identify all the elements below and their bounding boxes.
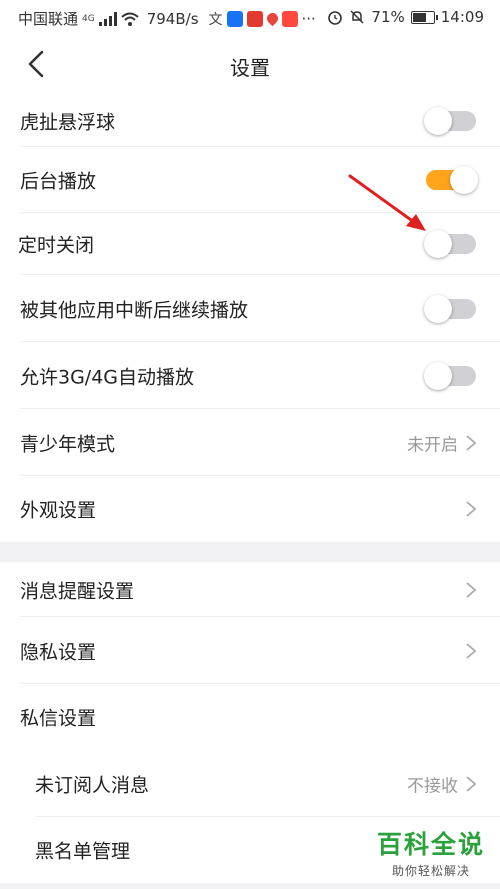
chevron-right-icon — [466, 775, 477, 792]
battery-level — [412, 12, 426, 22]
wifi-icon — [121, 12, 139, 26]
resume-after-interrupt-toggle[interactable] — [424, 294, 478, 324]
watermark-title: 百科全说 — [376, 830, 485, 859]
chevron-right-icon — [466, 642, 477, 659]
setting-label: 后台播放 — [20, 170, 97, 193]
chevron-right-icon — [466, 581, 477, 598]
signal-icon — [98, 11, 117, 26]
setting-label: 隐私设置 — [20, 641, 97, 663]
setting-label: 虎扯悬浮球 — [20, 111, 116, 133]
status-bar: 中国联通 4G 794B/s ⽂ ··· 71% 14:09 — [0, 0, 500, 36]
mute-bell-icon — [350, 10, 364, 24]
setting-label: 未订阅人消息 — [35, 774, 150, 796]
setting-row-notifications[interactable]: 消息提醒设置 — [0, 562, 500, 617]
chevron-right-icon — [466, 501, 477, 517]
setting-label: 定时关闭 — [18, 234, 95, 257]
setting-row-float-ball[interactable]: 虎扯悬浮球 — [0, 94, 500, 147]
setting-row-unsubscribed-messages[interactable]: 未订阅人消息 不接收 — [0, 750, 500, 817]
alarm-icon — [328, 11, 343, 25]
timer-off-toggle[interactable] — [424, 229, 478, 259]
watermark-subtitle: 助你轻松解决 — [391, 864, 470, 878]
setting-row-allow-mobile-autoplay[interactable]: 允许3G/4G自动播放 — [0, 342, 500, 409]
bottom-band — [0, 883, 500, 889]
setting-row-privacy[interactable]: 隐私设置 — [0, 617, 500, 684]
toggle-knob — [424, 294, 452, 323]
float-ball-toggle[interactable] — [424, 106, 478, 136]
setting-row-youth-mode[interactable]: 青少年模式 未开启 — [0, 409, 500, 476]
red-app-icon — [246, 10, 263, 27]
carrier-label: 中国联通 — [18, 10, 79, 28]
nav-bar: 设置 — [0, 36, 500, 95]
network-type: 4G — [82, 13, 95, 24]
setting-label: 被其他应用中断后继续播放 — [20, 299, 249, 321]
battery-percent: 71% — [371, 8, 405, 26]
setting-label: 青少年模式 — [20, 433, 116, 455]
section-gap — [0, 542, 500, 562]
watermark-logo: 百科全说 助你轻松解决 — [376, 825, 486, 879]
status-left: 中国联通 4G 794B/s ⽂ ··· — [18, 8, 316, 29]
app-notification-icon: ⽂ — [208, 11, 223, 28]
youth-mode-status: 未开启 — [407, 435, 458, 455]
clock: 14:09 — [440, 8, 484, 26]
unsubscribed-messages-status: 不接收 — [407, 776, 458, 796]
toggle-knob — [450, 166, 478, 194]
page-title: 设置 — [230, 56, 270, 80]
status-right: 71% 14:09 — [327, 8, 484, 26]
network-speed: 794B/s — [146, 9, 199, 28]
shopping-app-icon — [281, 10, 298, 27]
toggle-knob — [424, 230, 452, 258]
zhihu-app-icon — [226, 10, 243, 27]
setting-row-timer-off[interactable]: 定时关闭 — [0, 213, 500, 275]
setting-label: 允许3G/4G自动播放 — [20, 366, 195, 388]
battery-icon — [410, 10, 438, 24]
toggle-knob — [424, 361, 452, 390]
setting-row-resume-after-interrupt[interactable]: 被其他应用中断后继续播放 — [0, 275, 500, 342]
setting-label: 消息提醒设置 — [20, 580, 135, 602]
setting-row-appearance[interactable]: 外观设置 — [0, 476, 500, 542]
allow-mobile-autoplay-toggle[interactable] — [424, 361, 478, 391]
setting-row-background-play[interactable]: 后台播放 — [0, 147, 500, 213]
setting-label: 黑名单管理 — [35, 840, 131, 863]
setting-label: 外观设置 — [20, 499, 97, 522]
chevron-right-icon — [466, 434, 477, 451]
background-play-toggle[interactable] — [424, 165, 478, 195]
toggle-knob — [424, 106, 452, 135]
location-pin-icon — [264, 10, 280, 27]
more-notifications-icon: ··· — [301, 9, 316, 28]
section-label: 私信设置 — [20, 707, 97, 730]
setting-row-private-messages: 私信设置 — [0, 684, 500, 750]
